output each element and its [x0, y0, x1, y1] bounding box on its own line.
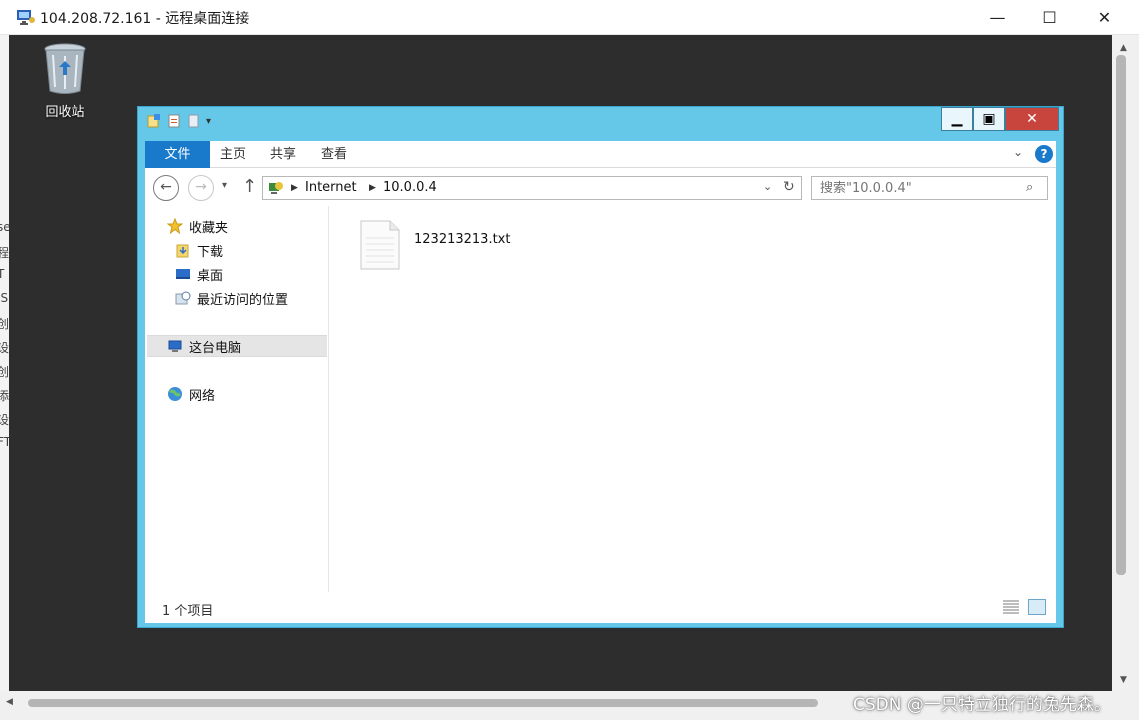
- underlay-char: IS: [0, 291, 9, 305]
- star-icon: [167, 218, 183, 234]
- search-box[interactable]: ⌕: [811, 176, 1048, 200]
- background-window-sliver: se 程 T IS 创 设 创 添 设 FT: [0, 35, 9, 695]
- explorer-close-button[interactable]: ✕: [1005, 107, 1059, 131]
- search-input[interactable]: [812, 177, 1012, 200]
- underlay-char: 设: [0, 413, 9, 427]
- nav-downloads[interactable]: 下载: [175, 239, 223, 261]
- navigation-pane: 收藏夹 下载 桌面 最近访问的位置 这台电脑 网络: [145, 206, 329, 592]
- breadcrumb-separator-icon[interactable]: ▶: [291, 183, 298, 193]
- nav-desktop[interactable]: 桌面: [175, 263, 223, 285]
- nav-favorites[interactable]: 收藏夹: [167, 215, 228, 237]
- downloads-folder-icon: [176, 244, 189, 258]
- watermark: CSDN @一只特立独行的兔先森。: [853, 695, 1111, 715]
- vertical-scrollbar[interactable]: ▲ ▼: [1112, 35, 1139, 691]
- scroll-up-icon[interactable]: ▲: [1120, 43, 1127, 53]
- quick-access-toolbar: ▾: [146, 113, 211, 129]
- back-button[interactable]: ←: [153, 175, 179, 201]
- desktop-icon: [176, 269, 190, 279]
- nav-this-pc-label: 这台电脑: [189, 340, 242, 356]
- nav-this-pc[interactable]: 这台电脑: [147, 335, 327, 357]
- nav-favorites-label: 收藏夹: [189, 220, 229, 236]
- explorer-minimize-button[interactable]: ▁: [941, 107, 973, 131]
- navigation-bar: ← → ▾ ↑ ▶ Internet ▶ 10.0.0.4 ⌄ ↻ ⌕: [145, 168, 1056, 206]
- breadcrumb-internet[interactable]: Internet: [305, 180, 357, 195]
- nav-network-label: 网络: [189, 388, 216, 404]
- close-button[interactable]: ✕: [1077, 0, 1132, 35]
- underlay-char: 设: [0, 341, 9, 355]
- breadcrumb-separator-icon[interactable]: ▶: [369, 183, 376, 193]
- underlay-char: 程: [0, 246, 9, 260]
- underlay-char: FT: [0, 435, 9, 449]
- nav-recent-label: 最近访问的位置: [197, 292, 289, 308]
- computer-icon: [168, 340, 182, 352]
- properties-icon[interactable]: [146, 113, 162, 129]
- scroll-down-icon[interactable]: ▼: [1120, 675, 1127, 685]
- explorer-window: ▾ ▁ ▣ ✕ 文件 主页 共享 查看 ⌄ ? ← → ▾ ↑ ▶ Intern…: [137, 106, 1064, 628]
- breadcrumb-current[interactable]: 10.0.0.4: [383, 180, 437, 195]
- nav-desktop-label: 桌面: [197, 268, 224, 284]
- recycle-bin[interactable]: 回收站: [35, 41, 95, 120]
- recent-places-icon: [175, 291, 191, 305]
- file-item[interactable]: 123213213.txt: [360, 220, 510, 270]
- large-icons-view-icon[interactable]: [1028, 599, 1046, 615]
- recent-locations-dropdown-icon[interactable]: ▾: [222, 180, 227, 191]
- rdp-window-title: 104.208.72.161 - 远程桌面连接: [40, 11, 250, 27]
- search-icon[interactable]: ⌕: [1026, 180, 1033, 195]
- underlay-char: 创: [0, 317, 9, 331]
- underlay-char: T: [0, 267, 5, 281]
- status-bar: 1 个项目: [145, 592, 1056, 623]
- ribbon-tabs: 文件 主页 共享 查看 ⌄ ?: [145, 141, 1056, 168]
- vertical-scroll-thumb[interactable]: [1116, 55, 1126, 575]
- new-folder-icon[interactable]: [186, 113, 202, 129]
- tab-file[interactable]: 文件: [145, 141, 210, 168]
- remote-desktop-icon: [17, 10, 35, 25]
- help-icon[interactable]: ?: [1035, 145, 1053, 163]
- nav-network[interactable]: 网络: [167, 383, 215, 405]
- text-file-icon: [360, 220, 400, 270]
- maximize-button[interactable]: ☐: [1022, 0, 1077, 35]
- horizontal-scroll-thumb[interactable]: [28, 699, 818, 707]
- underlay-char: 创: [0, 365, 9, 379]
- tab-share[interactable]: 共享: [260, 141, 306, 168]
- refresh-icon[interactable]: ↻: [783, 179, 795, 195]
- nav-recent[interactable]: 最近访问的位置: [175, 287, 288, 309]
- qat-dropdown-icon[interactable]: ▾: [206, 116, 211, 127]
- rdp-titlebar: 104.208.72.161 - 远程桌面连接 — ☐ ✕: [0, 0, 1139, 35]
- file-list-area: 123213213.txt: [330, 206, 1056, 592]
- file-name: 123213213.txt: [414, 231, 511, 247]
- explorer-body: 收藏夹 下载 桌面 最近访问的位置 这台电脑 网络 123213213.txt: [145, 206, 1056, 592]
- scroll-left-icon[interactable]: ◀: [6, 697, 13, 707]
- network-icon: [168, 387, 182, 401]
- nav-downloads-label: 下载: [197, 244, 224, 260]
- address-dropdown-icon[interactable]: ⌄: [763, 180, 772, 193]
- up-arrow-icon[interactable]: ↑: [242, 176, 257, 197]
- item-count: 1 个项目: [162, 604, 214, 619]
- explorer-maximize-button[interactable]: ▣: [973, 107, 1005, 131]
- details-view-icon[interactable]: [1002, 599, 1020, 615]
- tab-view[interactable]: 查看: [311, 141, 357, 168]
- minimize-button[interactable]: —: [970, 0, 1025, 35]
- forward-button[interactable]: →: [188, 175, 214, 201]
- recycle-bin-icon: [44, 43, 86, 94]
- tab-home[interactable]: 主页: [210, 141, 256, 168]
- expand-ribbon-chevron-icon[interactable]: ⌄: [1013, 145, 1023, 159]
- new-document-icon[interactable]: [166, 113, 182, 129]
- address-bar[interactable]: ▶ Internet ▶ 10.0.0.4 ⌄ ↻: [262, 176, 802, 200]
- underlay-char: 添: [0, 389, 9, 403]
- recycle-bin-label: 回收站: [45, 105, 85, 120]
- underlay-char: se: [0, 220, 9, 234]
- network-location-icon: [269, 182, 283, 194]
